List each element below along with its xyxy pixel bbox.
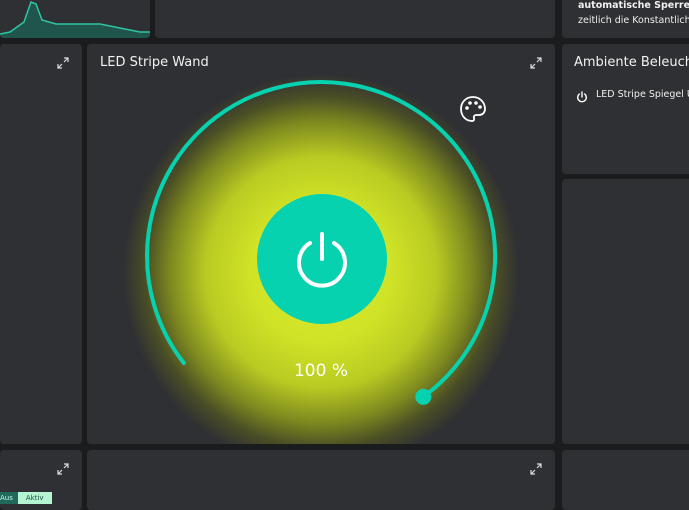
bottom-right-tile — [562, 450, 689, 510]
left-tile — [0, 44, 82, 444]
right-lower-tile — [562, 179, 689, 444]
toggle-off[interactable]: Aus — [0, 492, 18, 504]
bottom-left-tile: Aus Aktiv — [0, 450, 82, 510]
toggle-active[interactable]: Aktiv — [17, 492, 52, 504]
brightness-handle[interactable] — [415, 388, 432, 405]
ambient-lighting-tile: Ambiente Beleuchtu LED Stripe Spiegel Un — [562, 44, 689, 174]
expand-icon[interactable] — [57, 463, 69, 475]
history-graph — [0, 1, 150, 38]
led-stripe-wand-tile: LED Stripe Wand 100 % — [87, 44, 555, 444]
power-icon[interactable] — [576, 88, 588, 103]
graph-tile — [0, 0, 150, 38]
info-line-1: automatische Sperre de — [578, 0, 689, 11]
bottom-middle-tile — [87, 450, 555, 510]
brightness-value: 100 % — [293, 361, 348, 381]
info-line-2: zeitlich die Konstantlicht — [578, 15, 689, 26]
power-button[interactable] — [257, 194, 387, 324]
info-tile: automatische Sperre de zeitlich die Kons… — [562, 0, 689, 38]
ambient-item-label[interactable]: LED Stripe Spiegel Un — [596, 89, 689, 100]
expand-icon[interactable] — [530, 463, 542, 475]
tile-title: Ambiente Beleuchtu — [574, 55, 689, 70]
power-icon — [297, 232, 347, 288]
mode-toggle[interactable]: Aus Aktiv — [0, 492, 52, 504]
expand-icon[interactable] — [57, 57, 69, 69]
empty-top-tile — [155, 0, 555, 38]
